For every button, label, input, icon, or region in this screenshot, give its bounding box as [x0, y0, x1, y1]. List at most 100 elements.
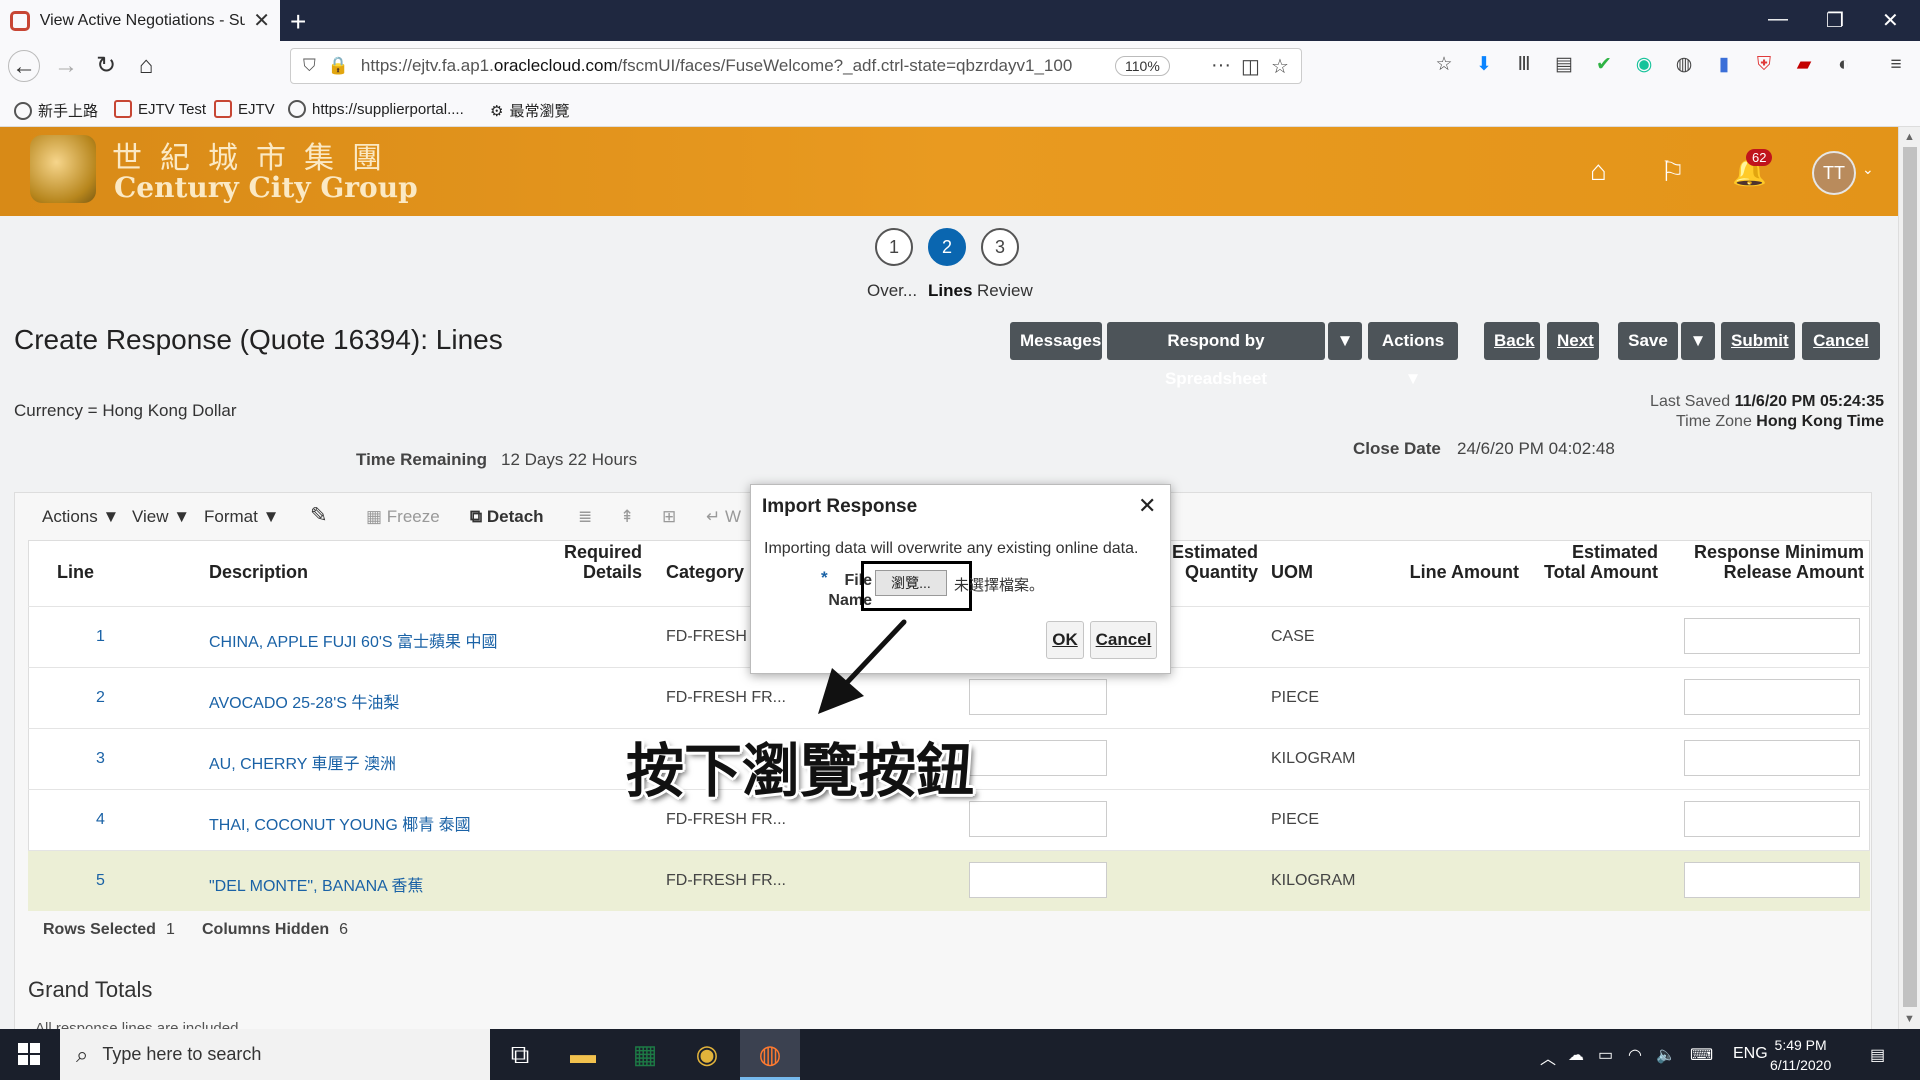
pocket-icon[interactable]: ◫ — [1241, 54, 1260, 79]
sidebar-icon[interactable]: ▤ — [1552, 53, 1576, 77]
column-header-line[interactable]: Line — [57, 562, 94, 582]
browser-tab[interactable]: View Active Negotiations - Sup ✕ — [0, 0, 280, 41]
window-close-icon[interactable]: ✕ — [1882, 8, 1899, 33]
minimum-release-amount-input[interactable] — [1684, 618, 1860, 654]
minimum-release-amount-input[interactable] — [1684, 679, 1860, 715]
line-number[interactable]: 4 — [96, 811, 105, 829]
line-number[interactable]: 2 — [96, 689, 105, 707]
table-row-selected[interactable]: 5 "DEL MONTE", BANANA 香蕉 FD-FRESH FR... … — [28, 850, 1870, 911]
line-number[interactable]: 3 — [96, 750, 105, 768]
messages-button[interactable]: Messages — [1010, 322, 1102, 360]
sort-icon[interactable]: ⇞ — [620, 507, 634, 527]
zoom-level[interactable]: 110% — [1115, 56, 1170, 76]
estimated-quantity-input[interactable] — [969, 862, 1107, 898]
minimum-release-amount-input[interactable] — [1684, 740, 1860, 776]
minimum-release-amount-input[interactable] — [1684, 862, 1860, 898]
align-icon[interactable]: ≣ — [578, 507, 592, 527]
bookmark-item[interactable]: EJTV Test — [114, 100, 206, 118]
table-format-menu[interactable]: Format ▼ — [204, 507, 279, 527]
spreadsheet-dropdown-icon[interactable]: ▼ — [1328, 322, 1362, 360]
firefox-icon[interactable]: ◍ — [740, 1029, 800, 1080]
onedrive-icon[interactable]: ☁ — [1568, 1045, 1584, 1065]
shield-extension-icon[interactable]: ⛨ — [1752, 53, 1776, 77]
column-header-estimated-quantity[interactable]: Estimated Quantity — [1158, 542, 1258, 582]
minimum-release-amount-input[interactable] — [1684, 801, 1860, 837]
freeze-button[interactable]: ▦ Freeze — [366, 507, 440, 527]
minimize-icon[interactable]: — — [1768, 8, 1788, 31]
ok-button[interactable]: OK — [1046, 621, 1084, 659]
line-description-link[interactable]: THAI, COCONUT YOUNG 椰青 泰國 — [209, 811, 471, 835]
account-icon[interactable]: ◍ — [1672, 53, 1696, 77]
avatar[interactable]: TT — [1812, 151, 1856, 195]
column-header-uom[interactable]: UOM — [1271, 562, 1313, 582]
task-view-icon[interactable]: ⧉ — [490, 1029, 550, 1080]
column-header-category[interactable]: Category — [666, 562, 744, 582]
column-header-response-minimum-release-amount[interactable]: Response Minimum Release Amount — [1670, 542, 1864, 582]
chevron-down-icon[interactable]: ⌄ — [1862, 161, 1874, 178]
line-description-link[interactable]: AU, CHERRY 車厘子 澳洲 — [209, 750, 396, 774]
bookmark-item[interactable]: EJTV — [214, 100, 275, 118]
restore-icon[interactable]: ❐ — [1826, 8, 1844, 33]
line-number[interactable]: 1 — [96, 628, 105, 646]
grammarly-icon[interactable]: ◉ — [1632, 53, 1656, 77]
taskbar-search[interactable]: ⌕ Type here to search — [60, 1029, 490, 1080]
chrome-icon[interactable]: ◉ — [677, 1029, 737, 1080]
submit-button[interactable]: Submit — [1721, 322, 1795, 360]
cancel-button[interactable]: Cancel — [1802, 322, 1880, 360]
windows-start-icon[interactable] — [18, 1043, 40, 1065]
train-stop-1[interactable]: 1 — [875, 228, 913, 266]
column-header-required-details[interactable]: Required Details — [540, 542, 642, 582]
forward-icon[interactable]: → — [50, 50, 82, 82]
train-label-review[interactable]: Review — [977, 281, 1033, 301]
line-description-link[interactable]: CHINA, APPLE FUJI 60'S 富士蘋果 中國 — [209, 628, 497, 652]
column-header-line-amount[interactable]: Line Amount — [1409, 562, 1519, 582]
reading-list-icon[interactable]: ☆ — [1432, 53, 1456, 77]
reload-icon[interactable]: ↻ — [90, 50, 122, 82]
next-button[interactable]: Next — [1547, 322, 1599, 360]
scroll-up-icon[interactable]: ▲ — [1904, 131, 1915, 143]
save-dropdown-icon[interactable]: ▼ — [1681, 322, 1715, 360]
scrollbar-thumb[interactable] — [1903, 147, 1917, 1007]
page-scrollbar[interactable]: ▲ ▼ — [1898, 127, 1920, 1029]
close-icon[interactable]: ✕ — [1138, 493, 1156, 519]
page-actions-icon[interactable]: ··· — [1211, 54, 1231, 77]
flag-icon[interactable]: ⚐ — [1660, 155, 1685, 188]
bookmark-item[interactable]: 新手上路 — [14, 100, 98, 121]
train-label-lines[interactable]: Lines — [928, 281, 972, 301]
home-icon[interactable]: ⌂ — [1590, 155, 1607, 187]
tab-close-icon[interactable]: ✕ — [253, 8, 270, 33]
column-icon[interactable]: ⊞ — [662, 507, 676, 527]
notifications-icon[interactable]: ▤ — [1870, 1045, 1885, 1065]
estimated-quantity-input[interactable] — [969, 801, 1107, 837]
table-row[interactable]: 2 AVOCADO 25-28'S 牛油梨 FD-FRESH FR... PIE… — [28, 667, 1870, 728]
extensions-icon[interactable]: ◐ — [1832, 53, 1856, 77]
line-description-link[interactable]: "DEL MONTE", BANANA 香蕉 — [209, 872, 423, 896]
line-description-link[interactable]: AVOCADO 25-28'S 牛油梨 — [209, 689, 399, 713]
volume-icon[interactable]: 🔈 — [1656, 1045, 1676, 1065]
browse-button[interactable]: 瀏覽... — [875, 570, 947, 596]
dialog-cancel-button[interactable]: Cancel — [1090, 621, 1157, 659]
keyboard-icon[interactable]: ⌨ — [1690, 1045, 1713, 1065]
respond-by-spreadsheet-button[interactable]: Respond by Spreadsheet — [1107, 322, 1325, 388]
table-actions-menu[interactable]: Actions ▼ — [42, 507, 119, 527]
new-tab-icon[interactable]: + — [290, 6, 306, 38]
estimated-quantity-input[interactable] — [969, 740, 1107, 776]
train-label-overview[interactable]: Over... — [867, 281, 917, 301]
table-view-menu[interactable]: View ▼ — [132, 507, 190, 527]
pdf-extension-icon[interactable]: ▰ — [1792, 53, 1816, 77]
actions-button[interactable]: Actions ▼ — [1368, 322, 1458, 388]
bookmark-item[interactable]: https://supplierportal.... — [288, 100, 464, 118]
column-header-estimated-total-amount[interactable]: Estimated Total Amount — [1534, 542, 1658, 582]
extension-bookmark-icon[interactable]: ▮ — [1712, 53, 1736, 77]
home-icon[interactable]: ⌂ — [130, 50, 162, 82]
bookmark-star-icon[interactable]: ☆ — [1271, 54, 1289, 79]
battery-icon[interactable]: ▭ — [1598, 1045, 1613, 1065]
url-bar[interactable]: ⛉ 🔒 https://ejtv.fa.ap1.oraclecloud.com/… — [290, 48, 1302, 84]
tray-chevron-icon[interactable]: ︿ — [1540, 1045, 1556, 1069]
train-stop-3[interactable]: 3 — [981, 228, 1019, 266]
back-button[interactable]: Back — [1484, 322, 1540, 360]
column-header-description[interactable]: Description — [209, 562, 308, 582]
excel-icon[interactable]: ▦ — [615, 1029, 675, 1080]
wrap-button[interactable]: ↵ W — [706, 507, 741, 527]
estimated-quantity-input[interactable] — [969, 679, 1107, 715]
